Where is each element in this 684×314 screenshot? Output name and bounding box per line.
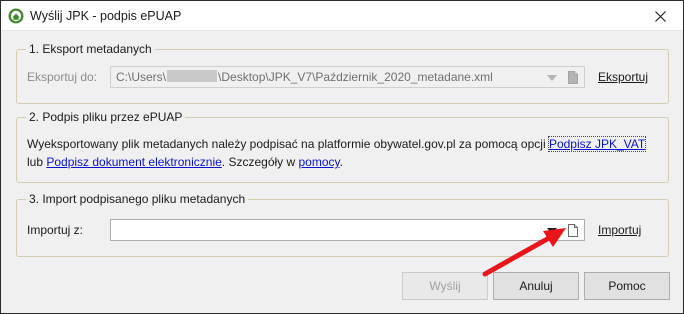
sign-epuap-group: 2. Podpis pliku przez ePUAP Wyeksportowa… bbox=[16, 110, 669, 183]
sign-document-link[interactable]: Podpisz dokument elektronicznie bbox=[46, 155, 221, 169]
export-path-value: C:\Users\ \Desktop\JPK_V7\Październik_202… bbox=[116, 70, 493, 84]
export-metadata-group: 1. Eksport metadanych Eksportuj do: C:\U… bbox=[16, 42, 669, 104]
window-title: Wyślij JPK - podpis ePUAP bbox=[30, 9, 182, 23]
sign-instructions-text: Wyeksportowany plik metadanych należy po… bbox=[27, 137, 549, 151]
import-path-combo[interactable] bbox=[110, 219, 585, 241]
sign-group-title: 2. Podpis pliku przez ePUAP bbox=[26, 110, 186, 124]
sign-instructions-line2: lub Podpisz dokument elektronicznie. Szc… bbox=[27, 155, 343, 169]
export-path-combo[interactable]: C:\Users\ \Desktop\JPK_V7\Październik_202… bbox=[110, 66, 585, 88]
import-link[interactable]: Importuj bbox=[598, 223, 641, 237]
chevron-down-icon[interactable] bbox=[547, 228, 557, 234]
export-group-title: 1. Eksport metadanych bbox=[26, 42, 155, 56]
import-signed-group: 3. Import podpisanego pliku metadanych I… bbox=[16, 192, 669, 257]
dialog-window: Wyślij JPK - podpis ePUAP 1. Eksport met… bbox=[0, 0, 684, 314]
export-link[interactable]: Eksportuj bbox=[598, 70, 648, 84]
import-path-label: Importuj z: bbox=[27, 223, 84, 237]
title-bar: Wyślij JPK - podpis ePUAP bbox=[1, 1, 683, 31]
export-path-label: Eksportuj do: bbox=[27, 70, 98, 84]
close-icon bbox=[654, 10, 666, 22]
app-logo-icon bbox=[8, 8, 24, 24]
details-text: . Szczegóły w bbox=[221, 155, 299, 169]
import-group-title: 3. Import podpisanego pliku metadanych bbox=[26, 192, 249, 206]
sign-or-text: lub bbox=[27, 155, 47, 169]
help-link[interactable]: pomocy bbox=[299, 155, 340, 169]
close-button[interactable] bbox=[637, 1, 683, 31]
chevron-down-icon[interactable] bbox=[547, 75, 557, 81]
period-text: . bbox=[339, 155, 343, 169]
sign-instructions-line1: Wyeksportowany plik metadanych należy po… bbox=[27, 136, 647, 152]
document-icon[interactable] bbox=[568, 71, 578, 84]
sign-jpk-vat-link[interactable]: Podpisz JPK_VAT bbox=[547, 136, 647, 152]
redacted-username bbox=[167, 70, 218, 82]
help-button[interactable]: Pomoc bbox=[584, 272, 670, 300]
cancel-button[interactable]: Anuluj bbox=[493, 272, 579, 300]
document-icon[interactable] bbox=[568, 224, 578, 237]
send-button[interactable]: Wyślij bbox=[402, 272, 488, 300]
